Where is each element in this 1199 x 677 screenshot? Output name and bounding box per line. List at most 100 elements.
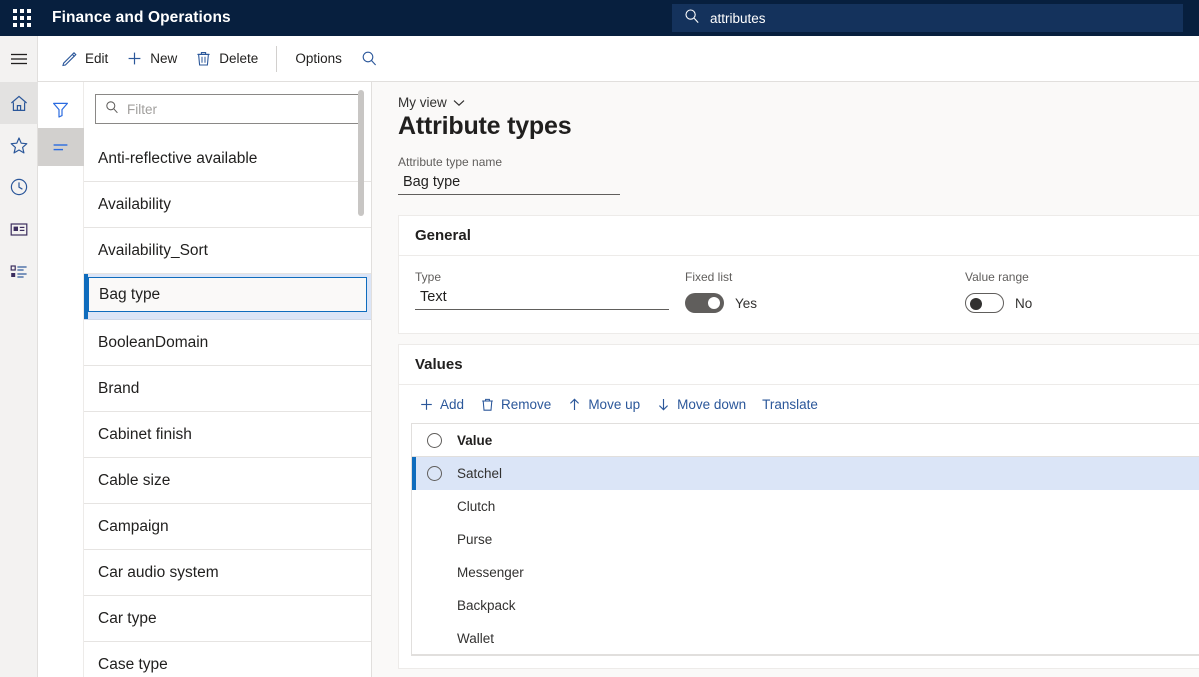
list-item[interactable]: Cable size — [84, 458, 371, 504]
fixed-list-label: Fixed list — [685, 270, 949, 284]
general-card-header: General — [399, 216, 1199, 256]
delete-button[interactable]: Delete — [186, 43, 267, 75]
value-range-label: Value range — [965, 270, 1199, 284]
command-bar: Edit New Delete Options — [38, 36, 1199, 82]
edit-label: Edit — [85, 51, 108, 66]
values-grid-header-row: Value — [412, 424, 1199, 457]
list-item[interactable]: Availability_Sort — [84, 228, 371, 274]
global-search-input[interactable]: attributes — [672, 4, 1183, 32]
translate-button[interactable]: Translate — [754, 390, 826, 418]
values-row-label: Wallet — [456, 631, 494, 646]
values-row[interactable]: Messenger — [412, 556, 1199, 589]
value-range-toggle[interactable] — [965, 293, 1004, 313]
values-toolbar: Add Remove — [399, 385, 1199, 423]
list-item[interactable]: Car type — [84, 596, 371, 642]
values-row-label: Messenger — [456, 565, 524, 580]
values-row-label: Backpack — [456, 598, 516, 613]
list-item-label: BooleanDomain — [98, 334, 208, 352]
list-item[interactable]: Campaign — [84, 504, 371, 550]
workspace-icon[interactable] — [0, 208, 38, 250]
attribute-type-name-input[interactable]: Bag type — [398, 169, 620, 195]
list-item[interactable]: Anti-reflective available — [84, 136, 371, 182]
values-row[interactable]: Purse — [412, 523, 1199, 556]
add-value-button[interactable]: Add — [411, 390, 472, 418]
options-button[interactable]: Options — [286, 43, 351, 75]
filter-wrapper: Filter — [84, 82, 371, 134]
select-all-radio-cell[interactable] — [412, 433, 456, 448]
list-lines-icon[interactable] — [38, 128, 84, 166]
list-item-label: Availability — [98, 196, 171, 214]
home-icon[interactable] — [0, 82, 38, 124]
new-button[interactable]: New — [117, 43, 186, 75]
filter-funnel-icon[interactable] — [38, 90, 84, 128]
list-item[interactable]: BooleanDomain — [84, 320, 371, 366]
list-item[interactable]: Brand — [84, 366, 371, 412]
values-grid: Value Satchel ClutchPurse Messenger Backpack… — [411, 423, 1199, 656]
list-item-label: Cable size — [98, 472, 170, 490]
list-item-label: Campaign — [98, 518, 169, 536]
list-item-label: Bag type — [88, 277, 367, 312]
list-pane-icon-strip — [38, 82, 84, 677]
clock-icon[interactable] — [0, 166, 38, 208]
list-item[interactable]: Cabinet finish — [84, 412, 371, 458]
values-card: Values Add Re — [398, 344, 1199, 669]
search-icon — [105, 100, 119, 119]
delete-label: Delete — [219, 51, 258, 66]
trash-icon — [195, 50, 212, 67]
star-icon[interactable] — [0, 124, 38, 166]
value-range-toggle-row: No — [965, 293, 1199, 313]
values-row-selected[interactable]: Satchel — [412, 457, 1199, 490]
move-up-label: Move up — [588, 397, 640, 412]
global-search-value: attributes — [710, 11, 766, 26]
move-down-label: Move down — [677, 397, 746, 412]
translate-label: Translate — [762, 397, 818, 412]
type-field: Type Text — [399, 270, 669, 313]
value-range-state: No — [1015, 296, 1032, 311]
values-row[interactable]: Clutch — [412, 490, 1199, 523]
type-input[interactable]: Text — [415, 284, 669, 310]
values-row[interactable]: Backpack — [412, 589, 1199, 622]
list-item[interactable]: Car audio system — [84, 550, 371, 596]
values-card-header: Values — [399, 345, 1199, 385]
values-column-header: Value — [456, 433, 492, 448]
list-item[interactable]: Case type — [84, 642, 371, 677]
fixed-list-toggle[interactable] — [685, 293, 724, 313]
list-item-label: Case type — [98, 656, 168, 674]
general-card-body: Type Text Fixed list Yes Value range No — [399, 256, 1199, 333]
search-icon — [684, 8, 700, 29]
list-item-selected[interactable]: Bag type — [84, 274, 371, 320]
list-item[interactable]: Availability — [84, 182, 371, 228]
modules-icon[interactable] — [0, 250, 38, 292]
chevron-down-icon — [453, 95, 465, 110]
app-title: Finance and Operations — [52, 9, 231, 27]
page-title: Attribute types — [398, 112, 1199, 141]
attribute-list-pane: Filter Anti-reflective available Availabi… — [38, 82, 372, 677]
row-radio[interactable] — [427, 466, 442, 481]
list-scrollbar-thumb[interactable] — [358, 90, 364, 216]
plus-icon — [126, 50, 143, 67]
attribute-list[interactable]: Anti-reflective available Availability Ava… — [84, 136, 371, 677]
waffle-grid-icon[interactable] — [4, 0, 40, 36]
hamburger-icon[interactable] — [0, 36, 38, 82]
edit-button[interactable]: Edit — [52, 43, 117, 75]
view-selector[interactable]: My view — [398, 95, 465, 110]
move-up-button[interactable]: Move up — [559, 390, 648, 418]
attribute-type-name-field: Attribute type name Bag type — [398, 155, 620, 195]
value-range-field: Value range No — [949, 270, 1199, 313]
remove-value-button[interactable]: Remove — [472, 390, 559, 418]
move-down-button[interactable]: Move down — [648, 390, 754, 418]
new-label: New — [150, 51, 177, 66]
list-item-label: Anti-reflective available — [98, 150, 257, 168]
options-label: Options — [295, 51, 342, 66]
fixed-list-field: Fixed list Yes — [669, 270, 949, 313]
filter-input[interactable]: Filter — [95, 94, 360, 124]
row-radio-cell[interactable] — [412, 466, 456, 481]
row-selection-accent — [412, 457, 416, 490]
values-row-label: Satchel — [456, 466, 502, 481]
plus-icon — [419, 397, 434, 412]
select-all-radio[interactable] — [427, 433, 442, 448]
command-search-button[interactable] — [351, 43, 395, 75]
type-label: Type — [415, 270, 669, 284]
trash-icon — [480, 397, 495, 412]
values-row[interactable]: Wallet — [412, 622, 1199, 655]
